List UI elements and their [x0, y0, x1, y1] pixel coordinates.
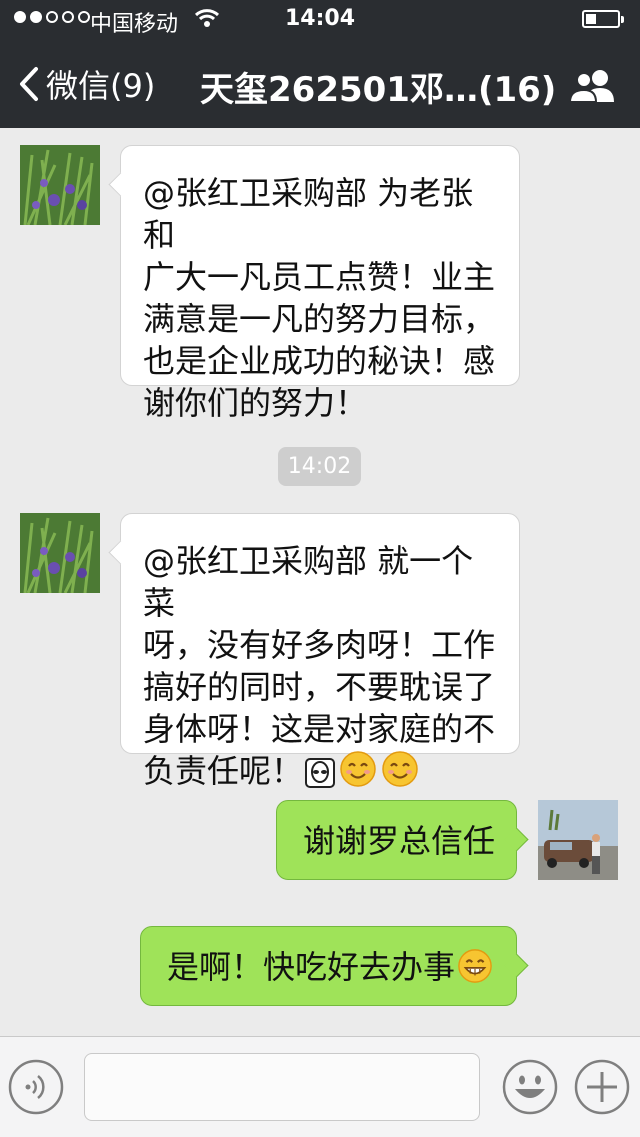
- emoji-icon[interactable]: [502, 1059, 558, 1115]
- smile-emoji-icon: [340, 751, 376, 787]
- message-bubble-received[interactable]: @张红卫采购部 为老张和 广大一凡员工点赞！业主 满意是一凡的努力目标， 也是企…: [108, 145, 520, 422]
- navigation-bar: 微信(9) 天玺262501邓…(16): [0, 40, 640, 128]
- timestamp-divider: 14:02: [278, 447, 361, 486]
- person-with-car-photo: [538, 800, 618, 880]
- message-text: @张红卫采购部 为老张和 广大一凡员工点赞！业主 满意是一凡的努力目标， 也是企…: [143, 174, 496, 422]
- input-toolbar: [0, 1036, 640, 1137]
- smile-emoji-icon: [382, 751, 418, 787]
- message-bubble-sent[interactable]: 谢谢罗总信任: [276, 800, 529, 880]
- group-members-icon[interactable]: [568, 68, 618, 102]
- battery-icon: [582, 10, 624, 28]
- message-input[interactable]: [84, 1053, 480, 1121]
- voice-input-icon[interactable]: [8, 1059, 64, 1115]
- back-label: 微信(9): [46, 67, 156, 105]
- message-text: @张红卫采购部 就一个菜 呀，没有好多肉呀！工作 搞好的同时，不要耽误了 身体呀…: [143, 542, 496, 790]
- message-text: 是啊！快吃好去办事: [167, 948, 456, 986]
- top-bar: 中国移动 14:04 微信(9) 天玺262501邓…(16): [0, 0, 640, 128]
- plus-icon[interactable]: [574, 1059, 630, 1115]
- chevron-left-icon: [20, 67, 38, 101]
- sender-avatar[interactable]: [20, 145, 100, 225]
- chat-title: 天玺262501邓…(16): [200, 70, 557, 110]
- status-bar: 中国移动 14:04: [0, 0, 640, 40]
- status-time: 14:04: [284, 6, 356, 31]
- message-text: 谢谢罗总信任: [303, 822, 496, 860]
- iris-flowers-photo: [20, 145, 100, 225]
- message-bubble-received[interactable]: @张红卫采购部 就一个菜 呀，没有好多肉呀！工作 搞好的同时，不要耽误了 身体呀…: [108, 513, 520, 790]
- back-button[interactable]: 微信(9): [18, 62, 155, 106]
- battery-level-fill: [586, 14, 597, 24]
- message-bubble-sent[interactable]: 是啊！快吃好去办事: [140, 926, 529, 1006]
- alien-emoji-icon: [305, 758, 336, 788]
- grin-emoji-icon: [458, 949, 492, 983]
- sender-avatar[interactable]: [20, 513, 100, 593]
- iris-flowers-photo: [20, 513, 100, 593]
- my-avatar[interactable]: [538, 800, 618, 880]
